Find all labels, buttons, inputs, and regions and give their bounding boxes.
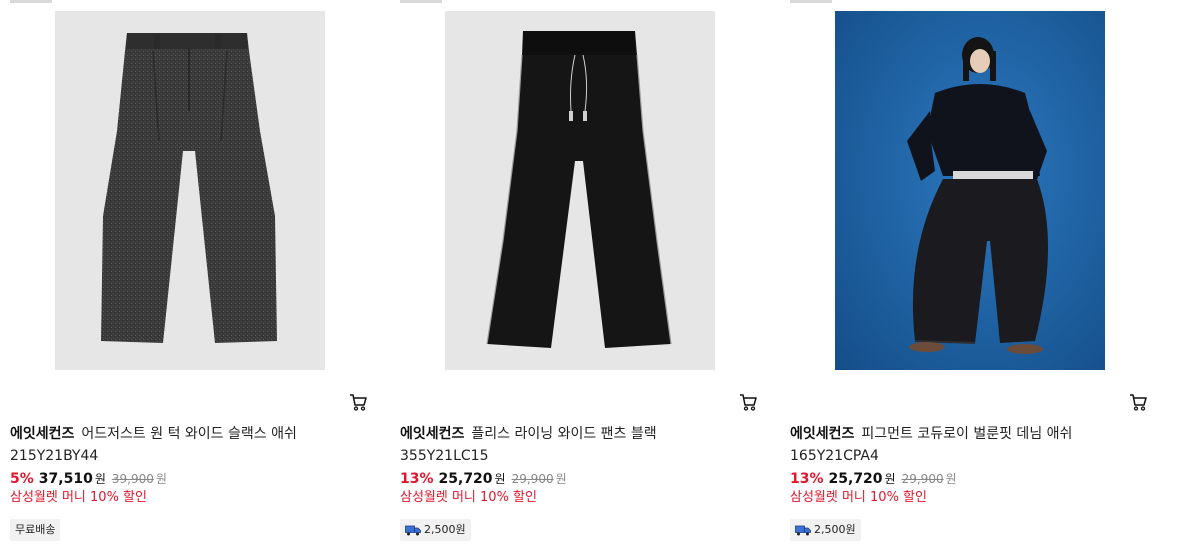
cart-icon <box>740 394 757 411</box>
product-title[interactable]: 에잇세컨즈 어드저스트 원 턱 와이드 슬랙스 애쉬 <box>10 424 370 444</box>
product-code: 165Y21CPA4 <box>790 448 879 464</box>
sale-price: 37,510 <box>38 471 93 487</box>
promo-text: 삼성월렛 머니 10% 할인 <box>400 490 537 505</box>
brand-name: 에잇세컨즈 <box>10 426 75 442</box>
product-code: 355Y21LC15 <box>400 448 489 464</box>
product-photo <box>445 11 715 370</box>
sale-price: 25,720 <box>438 471 493 487</box>
price-row: 5% 37,510 원 39,900 원 <box>10 469 167 489</box>
original-price: 29,900 <box>511 472 554 486</box>
product-image[interactable] <box>835 11 1105 370</box>
shipping-label: 2,500원 <box>814 523 856 536</box>
original-price-unit: 원 <box>555 472 567 486</box>
shipping-label: 무료배송 <box>15 523 56 536</box>
product-card[interactable]: 에잇세컨즈 피그먼트 코듀로이 벌룬핏 데님 애쉬 165Y21CPA4 13% 2… <box>790 0 1150 555</box>
add-to-cart-button[interactable] <box>1128 392 1150 412</box>
product-card[interactable]: 에잇세컨즈 플리스 라이닝 와이드 팬츠 블랙 355Y21LC15 13% 25,… <box>400 0 760 555</box>
cart-icon <box>350 394 367 411</box>
product-title[interactable]: 에잇세컨즈 플리스 라이닝 와이드 팬츠 블랙 <box>400 424 760 444</box>
price-unit: 원 <box>494 472 506 486</box>
shipping-badge: 2,500원 <box>790 519 861 541</box>
product-name: 어드저스트 원 턱 와이드 슬랙스 애쉬 <box>81 426 297 442</box>
product-photo <box>835 11 1105 370</box>
add-to-cart-button[interactable] <box>738 392 760 412</box>
shipping-badge: 무료배송 <box>10 519 61 541</box>
product-image[interactable] <box>55 11 325 370</box>
product-photo <box>55 11 325 370</box>
price-unit: 원 <box>94 472 106 486</box>
sale-price: 25,720 <box>828 471 883 487</box>
brand-name: 에잇세컨즈 <box>790 426 855 442</box>
shipping-badge: 2,500원 <box>400 519 471 541</box>
brand-name: 에잇세컨즈 <box>400 426 465 442</box>
shipping-label: 2,500원 <box>424 523 466 536</box>
product-card[interactable]: 에잇세컨즈 어드저스트 원 턱 와이드 슬랙스 애쉬 215Y21BY44 5% 3… <box>10 0 370 555</box>
truck-icon <box>795 525 811 536</box>
price-unit: 원 <box>884 472 896 486</box>
price-row: 13% 25,720 원 29,900 원 <box>400 469 567 489</box>
cart-icon <box>1130 394 1147 411</box>
promo-text: 삼성월렛 머니 10% 할인 <box>790 490 927 505</box>
original-price-unit: 원 <box>155 472 167 486</box>
product-code: 215Y21BY44 <box>10 448 99 464</box>
product-image[interactable] <box>445 11 715 370</box>
discount-rate: 13% <box>790 471 824 487</box>
product-name: 피그먼트 코듀로이 벌룬핏 데님 애쉬 <box>861 426 1073 442</box>
add-to-cart-button[interactable] <box>348 392 370 412</box>
price-row: 13% 25,720 원 29,900 원 <box>790 469 957 489</box>
original-price: 29,900 <box>901 472 944 486</box>
truck-icon <box>405 525 421 536</box>
promo-text: 삼성월렛 머니 10% 할인 <box>10 490 147 505</box>
original-price: 39,900 <box>111 472 154 486</box>
product-title[interactable]: 에잇세컨즈 피그먼트 코듀로이 벌룬핏 데님 애쉬 <box>790 424 1150 444</box>
product-name: 플리스 라이닝 와이드 팬츠 블랙 <box>471 426 657 442</box>
discount-rate: 13% <box>400 471 434 487</box>
original-price-unit: 원 <box>945 472 957 486</box>
discount-rate: 5% <box>10 471 34 487</box>
